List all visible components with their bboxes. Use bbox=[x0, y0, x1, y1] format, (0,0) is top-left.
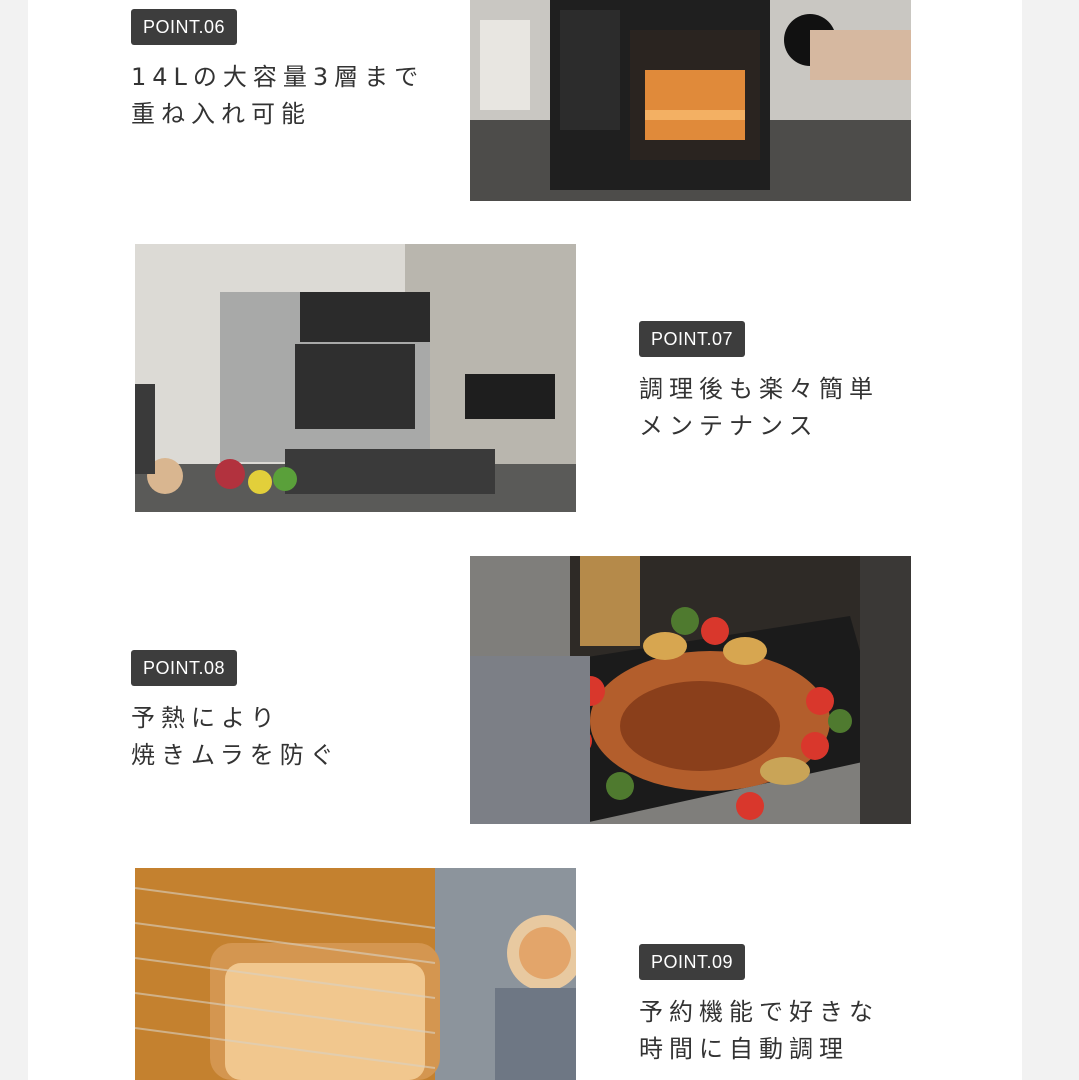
point-08-line-1: 予熱により bbox=[131, 704, 281, 732]
point-07-line-2: メンテナンス bbox=[639, 412, 819, 440]
toast-in-oven-photo bbox=[135, 868, 576, 1080]
point-09-line-2: 時間に自動調理 bbox=[639, 1035, 849, 1063]
point-09-heading: 予約機能で好きな 時間に自動調理 bbox=[639, 994, 879, 1068]
point-08-heading: 予熱により 焼きムラを防ぐ bbox=[131, 700, 340, 774]
point-06-line-1: 14Lの大容量3層まで bbox=[131, 63, 425, 91]
point-06-heading: 14Lの大容量3層まで 重ね入れ可能 bbox=[131, 59, 424, 133]
air-fryer-3-layers-photo bbox=[470, 0, 911, 201]
point-06-badge: POINT.06 bbox=[131, 9, 238, 45]
point-07-heading: 調理後も楽々簡単 メンテナンス bbox=[639, 371, 879, 445]
point-09-line-1: 予約機能で好きな bbox=[639, 998, 879, 1026]
point-09-badge: POINT.09 bbox=[639, 944, 746, 980]
point-08-line-2: 焼きムラを防ぐ bbox=[131, 741, 340, 769]
product-feature-page: POINT.06 14Lの大容量3層まで 重ね入れ可能 POINT.07 調理後… bbox=[28, 0, 1022, 1080]
point-07-badge: POINT.07 bbox=[639, 321, 746, 357]
air-fryer-maintenance-photo bbox=[135, 244, 576, 512]
point-06-line-2: 重ね入れ可能 bbox=[131, 100, 311, 128]
point-08-badge: POINT.08 bbox=[131, 650, 238, 686]
point-07-line-1: 調理後も楽々簡単 bbox=[639, 375, 879, 403]
roast-meat-tray-photo bbox=[470, 556, 911, 824]
